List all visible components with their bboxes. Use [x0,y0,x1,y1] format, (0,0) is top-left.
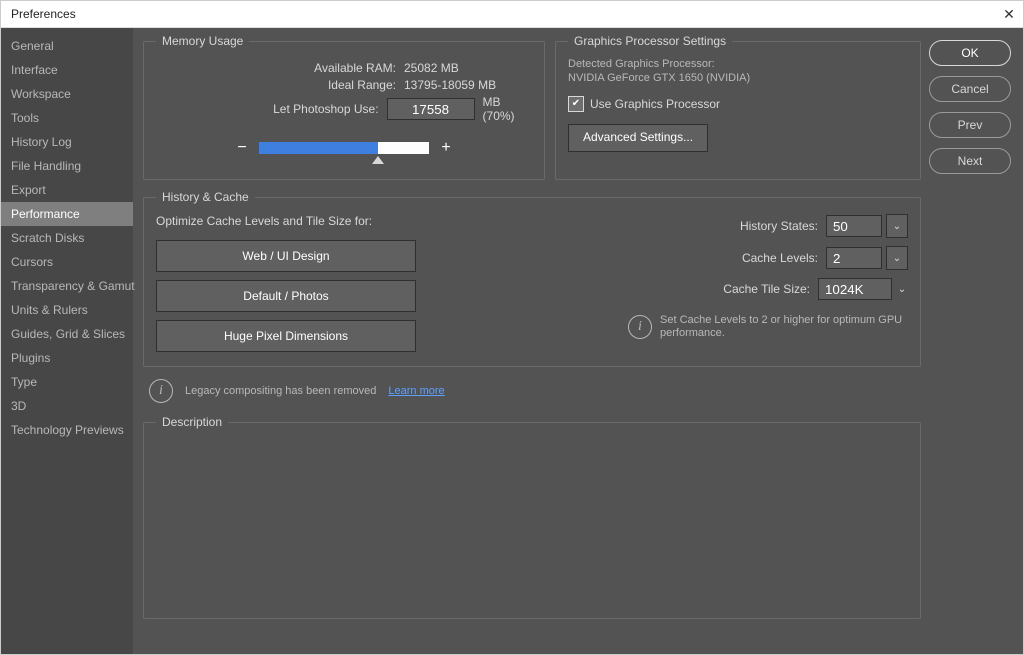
sidebar-item-general[interactable]: General [1,34,133,58]
memory-slider[interactable] [259,142,429,154]
ideal-range-label: Ideal Range: [156,78,396,92]
titlebar: Preferences ✕ [1,1,1023,28]
detected-gpu-value: NVIDIA GeForce GTX 1650 (NVIDIA) [568,72,908,84]
dialog-buttons: OK Cancel Prev Next [929,34,1017,648]
cache-info-text: Set Cache Levels to 2 or higher for opti… [660,314,908,340]
sidebar-item-history-log[interactable]: History Log [1,130,133,154]
description-group: Description [143,415,921,619]
memory-usage-group: Memory Usage Available RAM: 25082 MB Ide… [143,34,545,180]
sidebar-item-workspace[interactable]: Workspace [1,82,133,106]
ideal-range-value: 13795-18059 MB [404,78,496,92]
available-ram-label: Available RAM: [156,61,396,75]
let-photoshop-use-label: Let Photoshop Use: [156,102,379,116]
history-cache-legend: History & Cache [156,190,255,204]
sidebar-item-3d[interactable]: 3D [1,394,133,418]
cancel-button[interactable]: Cancel [929,76,1011,102]
learn-more-link[interactable]: Learn more [388,385,444,397]
sidebar-item-export[interactable]: Export [1,178,133,202]
graphics-legend: Graphics Processor Settings [568,34,732,48]
use-gpu-checkbox[interactable] [568,96,584,112]
cache-levels-input[interactable] [826,247,882,269]
use-gpu-label: Use Graphics Processor [590,97,720,111]
chevron-down-icon[interactable]: ⌄ [896,278,908,300]
preset-huge-pixel-button[interactable]: Huge Pixel Dimensions [156,320,416,352]
prev-button[interactable]: Prev [929,112,1011,138]
info-icon: i [628,315,652,339]
photoshop-use-input[interactable] [387,98,475,120]
optimize-cache-label: Optimize Cache Levels and Tile Size for: [156,214,416,228]
close-icon[interactable]: ✕ [1001,6,1017,22]
preset-default-photos-button[interactable]: Default / Photos [156,280,416,312]
minus-icon[interactable]: − [233,139,251,157]
legacy-compositing-notice: i Legacy compositing has been removed Le… [149,379,921,403]
sidebar-item-file-handling[interactable]: File Handling [1,154,133,178]
history-states-input[interactable] [826,215,882,237]
chevron-down-icon[interactable]: ⌄ [886,214,908,238]
info-icon: i [149,379,173,403]
sidebar-item-type[interactable]: Type [1,370,133,394]
cache-tile-size-select[interactable] [818,278,892,300]
slider-thumb-icon[interactable] [372,156,384,164]
sidebar-item-tools[interactable]: Tools [1,106,133,130]
sidebar-item-guides-grid-slices[interactable]: Guides, Grid & Slices [1,322,133,346]
sidebar-item-technology-previews[interactable]: Technology Previews [1,418,133,442]
memory-usage-legend: Memory Usage [156,34,249,48]
history-cache-group: History & Cache Optimize Cache Levels an… [143,190,921,367]
next-button[interactable]: Next [929,148,1011,174]
sidebar-item-transparency-gamut[interactable]: Transparency & Gamut [1,274,133,298]
window-title: Preferences [11,7,76,21]
detected-gpu-label: Detected Graphics Processor: [568,58,908,70]
sidebar-item-scratch-disks[interactable]: Scratch Disks [1,226,133,250]
advanced-settings-button[interactable]: Advanced Settings... [568,124,708,152]
ok-button[interactable]: OK [929,40,1011,66]
graphics-processor-group: Graphics Processor Settings Detected Gra… [555,34,921,180]
sidebar-item-performance[interactable]: Performance [1,202,133,226]
history-states-label: History States: [740,219,818,233]
sidebar-item-units-rulers[interactable]: Units & Rulers [1,298,133,322]
chevron-down-icon[interactable]: ⌄ [886,246,908,270]
plus-icon[interactable]: + [437,139,455,157]
preset-web-ui-button[interactable]: Web / UI Design [156,240,416,272]
cache-levels-label: Cache Levels: [742,251,818,265]
photoshop-use-suffix: MB (70%) [483,95,532,123]
available-ram-value: 25082 MB [404,61,459,75]
description-legend: Description [156,415,228,429]
sidebar-item-cursors[interactable]: Cursors [1,250,133,274]
legacy-message: Legacy compositing has been removed [185,385,376,397]
preferences-sidebar: GeneralInterfaceWorkspaceToolsHistory Lo… [1,28,133,654]
preferences-window: Preferences ✕ GeneralInterfaceWorkspaceT… [0,0,1024,655]
cache-tile-size-label: Cache Tile Size: [723,282,810,296]
sidebar-item-interface[interactable]: Interface [1,58,133,82]
sidebar-item-plugins[interactable]: Plugins [1,346,133,370]
